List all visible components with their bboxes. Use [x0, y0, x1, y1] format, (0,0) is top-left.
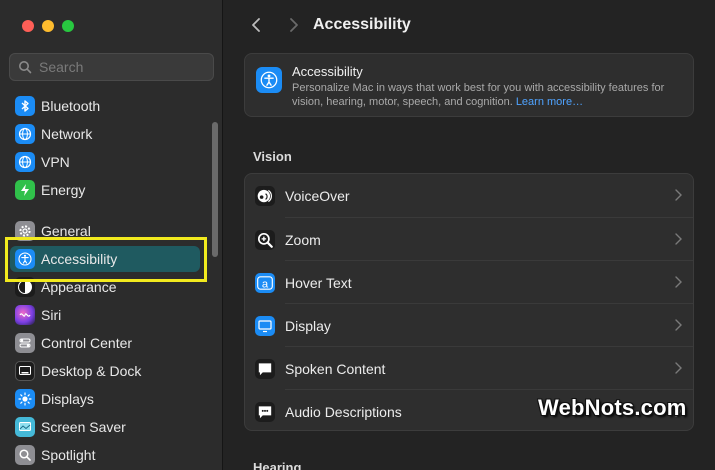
sidebar-item-spotlight[interactable]: Spotlight [10, 442, 200, 468]
close-window-button[interactable] [22, 20, 34, 32]
sidebar-item-desktop-dock[interactable]: Desktop & Dock [10, 358, 200, 384]
appearance-icon [15, 277, 35, 297]
settings-window: Bluetooth Network VPN Energy [0, 0, 715, 470]
sidebar-item-accessibility[interactable]: Accessibility [10, 246, 200, 272]
sidebar-item-general[interactable]: General [10, 218, 200, 244]
row-zoom[interactable]: Zoom [245, 218, 693, 261]
magnifier-icon [15, 445, 35, 465]
forward-button[interactable] [283, 14, 305, 36]
sidebar-item-label: Desktop & Dock [41, 363, 142, 379]
dock-icon [15, 361, 35, 381]
gear-icon [15, 221, 35, 241]
sidebar-item-label: Displays [41, 391, 94, 407]
page-title: Accessibility [313, 16, 411, 33]
minimize-window-button[interactable] [42, 20, 54, 32]
search-input[interactable] [37, 58, 211, 76]
chevron-right-icon [673, 232, 683, 246]
accessibility-icon [15, 249, 35, 269]
globe-icon [15, 152, 35, 172]
sidebar-item-label: Accessibility [41, 251, 118, 267]
voiceover-icon [255, 185, 275, 206]
vision-list: VoiceOver Zoom a Hover Text Display Spok… [244, 173, 694, 431]
row-spoken-content[interactable]: Spoken Content [245, 347, 693, 390]
section-title-vision: Vision [253, 149, 292, 164]
sidebar-item-appearance[interactable]: Appearance [10, 274, 200, 300]
row-label: Zoom [285, 231, 321, 248]
sidebar-item-label: Network [41, 126, 93, 142]
display-icon [255, 315, 275, 336]
toggles-icon [15, 333, 35, 353]
chevron-right-icon [673, 318, 683, 332]
svg-text:a: a [262, 278, 269, 290]
sidebar-item-label: Spotlight [41, 447, 96, 463]
watermark: WebNots.com [538, 395, 687, 420]
row-label: VoiceOver [285, 187, 350, 204]
learn-more-link[interactable]: Learn more… [516, 96, 583, 108]
sidebar-item-siri[interactable]: Siri [10, 302, 200, 328]
row-label: Spoken Content [285, 360, 386, 377]
row-label: Display [285, 317, 331, 334]
siri-icon [15, 305, 35, 325]
navigation-controls [245, 14, 321, 36]
hover-text-icon: a [255, 272, 275, 293]
header-description: Personalize Mac in ways that work best f… [292, 81, 687, 109]
sun-icon [15, 389, 35, 409]
audio-description-icon [255, 401, 275, 422]
globe-icon [15, 124, 35, 144]
sidebar-item-label: Siri [41, 307, 62, 323]
sidebar-item-label: Appearance [41, 279, 117, 295]
window-controls [22, 20, 74, 32]
sidebar-item-vpn[interactable]: VPN [10, 149, 200, 175]
zoom-window-button[interactable] [62, 20, 74, 32]
sidebar-item-label: Energy [41, 182, 86, 198]
chevron-right-icon [673, 188, 683, 202]
sidebar-item-displays[interactable]: Displays [10, 386, 200, 412]
sidebar-item-label: VPN [41, 154, 70, 170]
accessibility-icon [256, 67, 282, 93]
sidebar-item-network[interactable]: Network [10, 121, 200, 147]
back-button[interactable] [245, 14, 267, 36]
bluetooth-icon [15, 96, 35, 116]
accessibility-header-card: Accessibility Personalize Mac in ways th… [244, 53, 694, 117]
speech-bubble-icon [255, 358, 275, 379]
sidebar: Bluetooth Network VPN Energy [0, 0, 223, 470]
sidebar-item-control-center[interactable]: Control Center [10, 330, 200, 356]
sidebar-item-label: Screen Saver [41, 419, 126, 435]
sidebar-item-label: Control Center [41, 335, 133, 351]
zoom-icon [255, 229, 275, 250]
sidebar-item-label: General [41, 223, 91, 239]
search-field[interactable] [9, 53, 214, 81]
row-display[interactable]: Display [245, 304, 693, 347]
bolt-icon [15, 180, 35, 200]
search-icon [17, 59, 33, 75]
row-label: Audio Descriptions [285, 403, 402, 420]
screensaver-icon [15, 417, 35, 437]
chevron-right-icon [673, 361, 683, 375]
header-description-text: Personalize Mac in ways that work best f… [292, 82, 665, 108]
section-title-hearing: Hearing [253, 460, 302, 470]
header-title: Accessibility [292, 64, 363, 79]
sidebar-item-label: Bluetooth [41, 98, 101, 114]
row-label: Hover Text [285, 274, 352, 291]
row-voiceover[interactable]: VoiceOver [245, 174, 693, 217]
sidebar-item-screen-saver[interactable]: Screen Saver [10, 414, 200, 440]
chevron-right-icon [673, 275, 683, 289]
sidebar-item-bluetooth[interactable]: Bluetooth [10, 93, 200, 119]
sidebar-item-energy[interactable]: Energy [10, 177, 200, 203]
row-hover-text[interactable]: a Hover Text [245, 261, 693, 304]
sidebar-scrollbar[interactable] [212, 122, 218, 257]
